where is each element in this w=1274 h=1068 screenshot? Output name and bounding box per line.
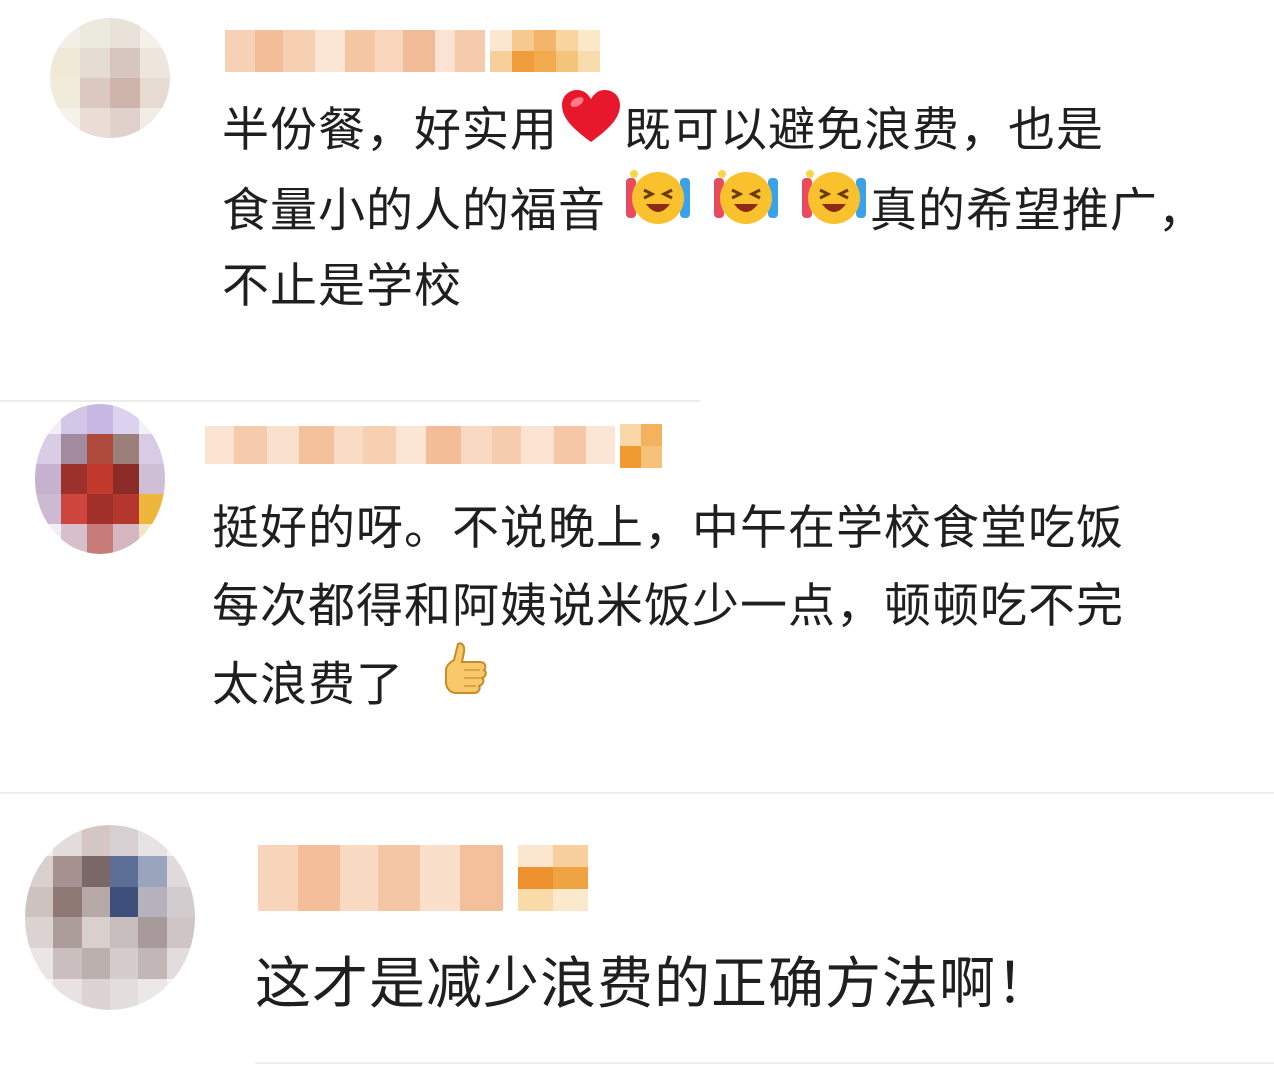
avatar[interactable] — [35, 404, 165, 554]
comment-line: 食量小的人的福音 — [222, 183, 606, 239]
divider — [255, 1062, 1274, 1064]
username-blurred[interactable] — [205, 426, 615, 464]
divider — [0, 792, 1274, 794]
comment-line: 既可以避免浪费，也是 — [624, 103, 1104, 158]
username-blurred[interactable] — [258, 845, 503, 911]
comment-1: 半份餐，好实用 既可以避免浪费，也是 食量小的人的福音 真的希望推广， 不止是学校 — [0, 0, 1274, 400]
comment-line: 半份餐，好实用 — [222, 103, 558, 158]
comment-3: 这才是减少浪费的正确方法啊！ — [0, 795, 1274, 1068]
comment-line: 这才是减少浪费的正确方法啊！ — [255, 952, 1053, 1017]
comment-text: 半份餐，好实用 既可以避免浪费，也是 食量小的人的福音 真的希望推广， 不止是学校 — [222, 89, 1206, 326]
laugh-cry-emoji-icon — [712, 164, 780, 252]
avatar[interactable] — [25, 825, 195, 1010]
comment-text: 挺好的呀。不说晚上，中午在学校食堂吃饭 每次都得和阿姨说米饭少一点，顿顿吃不完 … — [212, 490, 1124, 724]
heart-emoji-icon — [560, 88, 622, 168]
username-blurred[interactable] — [225, 30, 485, 72]
comment-line: 真的希望推广， — [869, 183, 1206, 239]
comment-line: 挺好的呀。不说晚上，中午在学校食堂吃饭 — [212, 501, 1124, 556]
laugh-cry-emoji-icon — [800, 164, 868, 252]
comment-line: 不止是学校 — [222, 259, 462, 314]
user-badge-icon — [620, 424, 662, 468]
user-badge-icon — [490, 30, 600, 72]
user-badge-icon — [518, 845, 588, 911]
comment-line: 每次都得和阿姨说米饭少一点，顿顿吃不完 — [212, 579, 1124, 634]
thumbs-up-emoji-icon — [440, 640, 490, 724]
laugh-cry-emoji-icon — [624, 164, 692, 252]
comment-line: 太浪费了 — [212, 657, 404, 713]
comment-2: 挺好的呀。不说晚上，中午在学校食堂吃饭 每次都得和阿姨说米饭少一点，顿顿吃不完 … — [0, 402, 1274, 792]
avatar[interactable] — [50, 18, 170, 138]
comment-text: 这才是减少浪费的正确方法啊！ — [255, 940, 1053, 1030]
